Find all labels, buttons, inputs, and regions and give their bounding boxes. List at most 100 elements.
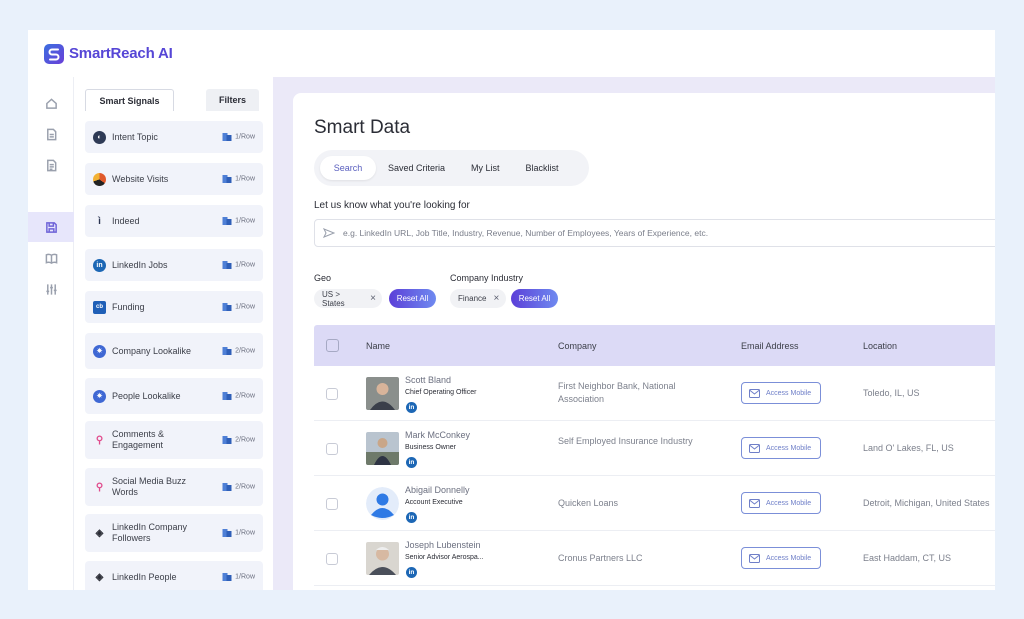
close-icon[interactable]: × — [493, 293, 499, 304]
geo-filter-label: Geo — [314, 273, 332, 283]
location-cell: Land O' Lakes, FL, US — [863, 443, 954, 453]
main-tabs: Search Saved Criteria My List Blacklist — [314, 150, 589, 186]
credits-icon — [222, 217, 232, 225]
credits-icon — [222, 303, 232, 311]
mail-icon — [749, 443, 760, 453]
nav-library[interactable] — [28, 243, 74, 273]
layers-icon: ◈ — [95, 527, 104, 539]
signal-item-intent-topic[interactable]: ◐ Intent Topic 1/Row — [85, 121, 263, 153]
location-cell: East Haddam, CT, US — [863, 553, 952, 563]
column-location[interactable]: Location — [863, 341, 897, 351]
close-icon[interactable]: × — [370, 293, 376, 304]
access-mobile-button[interactable]: Access Mobile — [741, 382, 821, 404]
credits-icon — [222, 483, 232, 491]
signal-cost: 2/Row — [222, 483, 255, 492]
linkedin-icon[interactable]: in — [406, 402, 417, 413]
industry-reset-button[interactable]: Reset All — [511, 289, 558, 308]
table-row[interactable]: Abigail Donnelly Account Executive in Qu… — [314, 476, 995, 531]
nav-home[interactable] — [28, 88, 74, 118]
send-icon — [323, 228, 335, 238]
geo-chip[interactable]: US > States × — [314, 289, 382, 308]
linkedin-icon[interactable]: in — [406, 567, 417, 578]
person-name[interactable]: Mark McConkey — [405, 430, 470, 440]
linkedin-icon[interactable]: in — [406, 457, 417, 468]
access-mobile-button[interactable]: Access Mobile — [741, 437, 821, 459]
select-all-checkbox[interactable] — [326, 339, 339, 352]
industry-chip-label: Finance — [458, 294, 487, 303]
app-window: SmartReach AI Smart Signals Filters ◐ In… — [28, 30, 995, 590]
signal-cost: 2/Row — [222, 347, 255, 356]
signal-item-linkedin-company-followers[interactable]: ◈ LinkedIn Company Followers 1/Row — [85, 514, 263, 552]
geo-reset-button[interactable]: Reset All — [389, 289, 436, 308]
column-email[interactable]: Email Address — [741, 341, 799, 351]
linkedin-icon[interactable]: in — [406, 512, 417, 523]
signal-label: People Lookalike — [112, 390, 181, 401]
signal-cost: 1/Row — [222, 261, 255, 270]
person-name[interactable]: Joseph Lubenstein — [405, 540, 481, 550]
branch-icon: ⚲ — [95, 481, 104, 493]
row-checkbox[interactable] — [326, 498, 338, 510]
signal-item-social-media-buzz-words[interactable]: ⚲ Social Media Buzz Words 2/Row — [85, 468, 263, 506]
person-name[interactable]: Scott Bland — [405, 375, 451, 385]
tab-filters[interactable]: Filters — [206, 89, 259, 111]
signal-item-people-lookalike[interactable]: ✷ People Lookalike 2/Row — [85, 378, 263, 414]
row-checkbox[interactable] — [326, 443, 338, 455]
signal-item-website-visits[interactable]: Website Visits 1/Row — [85, 163, 263, 195]
credits-icon — [222, 392, 232, 400]
signal-item-linkedin-people[interactable]: ◈ LinkedIn People 1/Row — [85, 561, 263, 590]
signal-item-funding[interactable]: cb Funding 1/Row — [85, 291, 263, 323]
smart-data-card: Smart Data Search Saved Criteria My List… — [293, 93, 995, 590]
file-icon — [46, 159, 56, 171]
signal-label: Website Visits — [112, 173, 169, 184]
tab-search[interactable]: Search — [320, 156, 376, 180]
nav-smart-data[interactable] — [28, 212, 74, 242]
table-row[interactable]: Mark McConkey Business Owner in Self Emp… — [314, 421, 995, 476]
signal-item-comments-engagement[interactable]: ⚲ Comments & Engagement 2/Row — [85, 421, 263, 459]
signal-label: LinkedIn People — [112, 571, 177, 582]
layers-icon: ◈ — [95, 571, 104, 583]
signal-item-indeed[interactable]: ì Indeed 1/Row — [85, 205, 263, 237]
credits-icon — [222, 573, 232, 581]
geo-chip-label: US > States — [322, 289, 345, 308]
access-mobile-button[interactable]: Access Mobile — [741, 492, 821, 514]
column-name[interactable]: Name — [366, 341, 390, 351]
network-icon: ✷ — [93, 344, 106, 358]
person-name[interactable]: Abigail Donnelly — [405, 485, 470, 495]
save-icon — [45, 221, 57, 233]
credits-icon — [222, 436, 232, 444]
search-input[interactable] — [343, 228, 983, 238]
avatar — [366, 377, 399, 410]
credits-icon — [222, 175, 232, 183]
table-row[interactable]: Joseph Lubenstein Senior Advisor Aerospa… — [314, 531, 995, 586]
nav-settings[interactable] — [28, 274, 74, 304]
signal-cost: 1/Row — [222, 573, 255, 582]
signal-item-linkedin-jobs[interactable]: in LinkedIn Jobs 1/Row — [85, 249, 263, 281]
network-icon: ✷ — [93, 389, 106, 403]
mail-icon — [749, 498, 760, 508]
tab-my-list[interactable]: My List — [471, 156, 500, 180]
signal-label: Funding — [112, 301, 145, 312]
column-company[interactable]: Company — [558, 341, 597, 351]
person-title: Business Owner — [405, 444, 456, 451]
signals-tabs: Smart Signals Filters — [85, 89, 263, 111]
tab-saved-criteria[interactable]: Saved Criteria — [388, 156, 445, 180]
tab-blacklist[interactable]: Blacklist — [526, 156, 559, 180]
industry-chip[interactable]: Finance × — [450, 289, 506, 308]
company-cell: First Neighbor Bank, National Associatio… — [558, 381, 676, 404]
row-checkbox[interactable] — [326, 553, 338, 565]
access-mobile-button[interactable]: Access Mobile — [741, 547, 821, 569]
app-name: SmartReach AI — [69, 45, 173, 62]
company-cell: Cronus Partners LLC — [558, 553, 643, 563]
signal-item-company-lookalike[interactable]: ✷ Company Lookalike 2/Row — [85, 333, 263, 369]
signal-label: LinkedIn Company Followers — [112, 522, 188, 543]
credits-icon — [222, 261, 232, 269]
signal-cost: 2/Row — [222, 392, 255, 401]
nav-documents[interactable] — [28, 119, 74, 149]
company-cell: Self Employed Insurance Industry — [558, 436, 693, 446]
nav-files[interactable] — [28, 150, 74, 180]
row-checkbox[interactable] — [326, 388, 338, 400]
company-cell: Quicken Loans — [558, 498, 619, 508]
table-row[interactable]: Scott Bland Chief Operating Officer in F… — [314, 366, 995, 421]
tab-smart-signals[interactable]: Smart Signals — [85, 89, 174, 111]
search-box[interactable] — [314, 219, 995, 247]
